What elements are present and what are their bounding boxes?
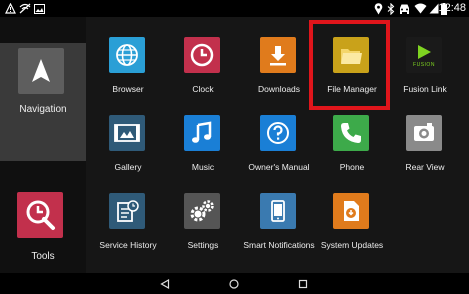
system-updates-icon bbox=[333, 193, 369, 229]
app-smart-notifications[interactable]: Smart Notifications bbox=[243, 193, 315, 265]
camera-icon bbox=[406, 115, 442, 151]
recents-icon[interactable] bbox=[295, 276, 311, 292]
navigation-label: Navigation bbox=[19, 104, 67, 115]
phone-icon bbox=[333, 115, 369, 151]
app-label: System Updates bbox=[320, 240, 384, 250]
app-owners-manual[interactable]: Owner's Manual bbox=[243, 115, 315, 187]
file-manager-highlight bbox=[309, 20, 390, 110]
app-downloads[interactable]: Downloads bbox=[243, 37, 315, 109]
app-browser[interactable]: Browser bbox=[92, 37, 164, 109]
wifi-icon bbox=[414, 1, 427, 16]
app-fusion-link[interactable]: FUSION Fusion Link bbox=[389, 37, 461, 109]
bluetooth-icon bbox=[387, 1, 395, 16]
tools-label: Tools bbox=[31, 251, 55, 262]
no-signal-icon bbox=[19, 1, 31, 16]
app-gallery[interactable]: Gallery bbox=[92, 115, 164, 187]
service-history-icon bbox=[109, 193, 145, 229]
sidebar: Navigation Tools bbox=[0, 17, 86, 273]
app-label: Rear View bbox=[405, 162, 445, 172]
smartphone-icon bbox=[260, 193, 296, 229]
app-service-history[interactable]: Service History bbox=[92, 193, 164, 265]
tools-icon bbox=[17, 192, 63, 238]
home-icon[interactable] bbox=[226, 276, 242, 292]
warning-icon bbox=[5, 1, 16, 16]
download-icon bbox=[260, 37, 296, 73]
fusion-logo-text: FUSION bbox=[413, 61, 435, 68]
gear-icon bbox=[184, 193, 220, 229]
car-icon bbox=[398, 1, 411, 16]
music-note-icon bbox=[184, 115, 220, 151]
globe-icon bbox=[109, 37, 145, 73]
app-music[interactable]: Music bbox=[167, 115, 239, 187]
back-icon[interactable] bbox=[157, 276, 173, 292]
clock-icon bbox=[184, 37, 220, 73]
app-system-updates[interactable]: System Updates bbox=[316, 193, 388, 265]
fusion-link-icon: FUSION bbox=[406, 37, 442, 73]
app-rear-view[interactable]: Rear View bbox=[389, 115, 461, 187]
gallery-icon bbox=[109, 115, 145, 151]
navigation-bar bbox=[0, 273, 469, 294]
location-icon bbox=[374, 1, 383, 16]
status-time: 12:48 bbox=[438, 2, 466, 14]
app-clock[interactable]: Clock bbox=[167, 37, 239, 109]
app-phone[interactable]: Phone bbox=[316, 115, 388, 187]
image-icon bbox=[34, 1, 45, 16]
status-bar: 12:48 bbox=[0, 0, 469, 17]
navigation-icon bbox=[18, 48, 64, 94]
app-settings[interactable]: Settings bbox=[167, 193, 239, 265]
help-icon bbox=[260, 115, 296, 151]
